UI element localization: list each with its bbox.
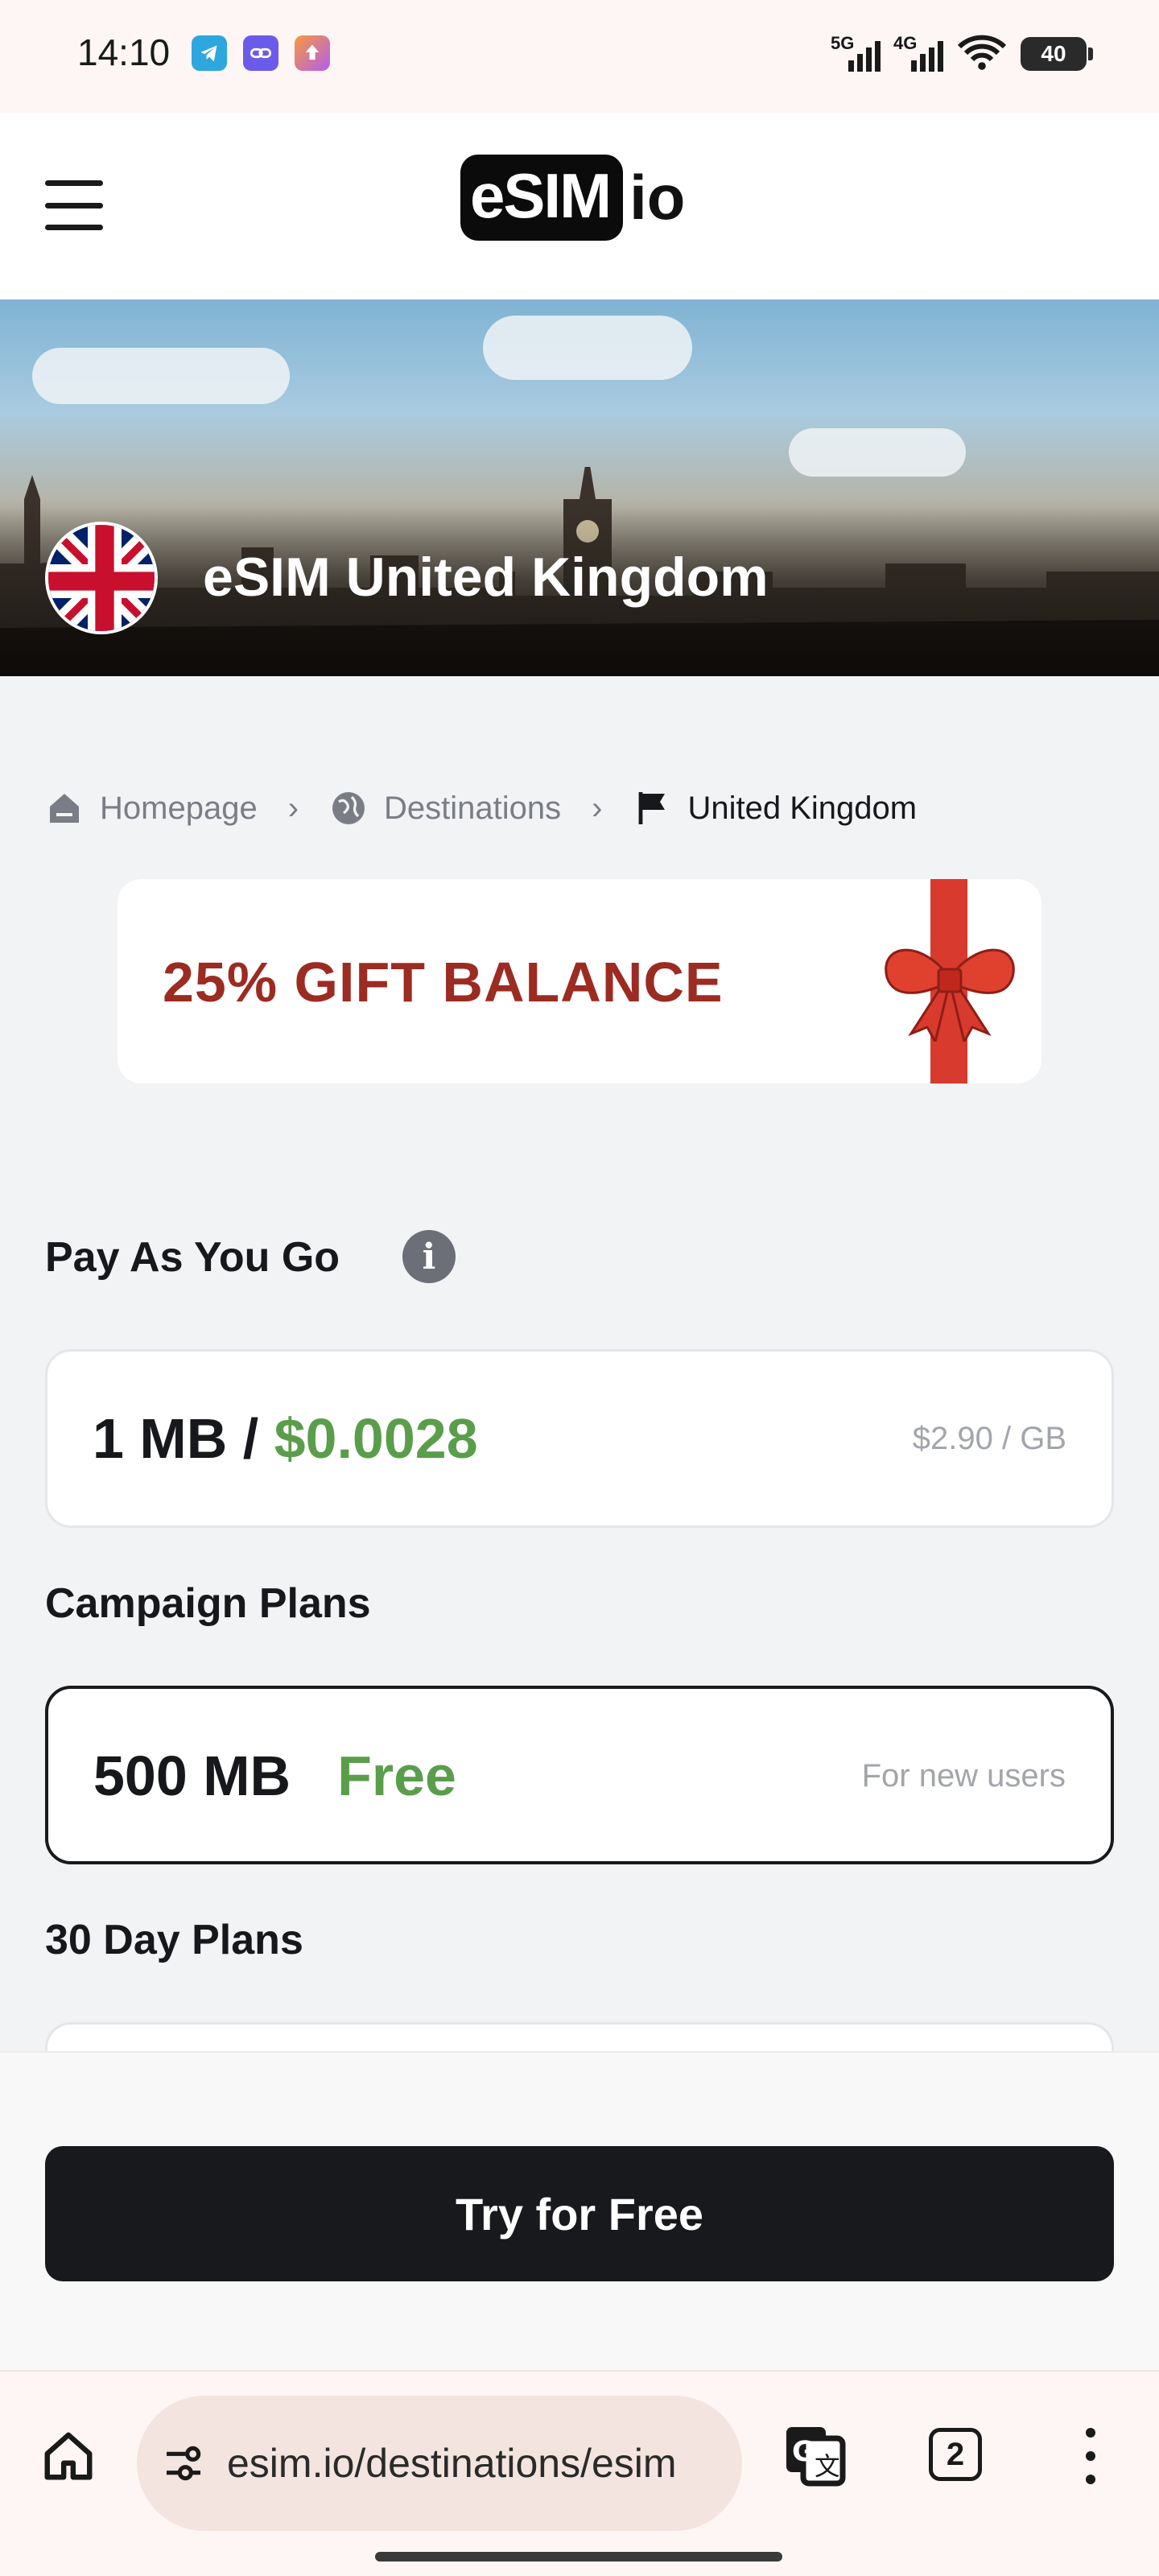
battery-icon: 40	[1021, 36, 1093, 71]
status-time: 14:10	[77, 31, 171, 73]
payg-amount: 1 MB /	[93, 1407, 274, 1470]
wifi-icon	[956, 32, 1008, 75]
hero-banner: eSIM United Kingdom	[0, 299, 1159, 676]
breadcrumb-destinations[interactable]: Destinations	[329, 789, 561, 828]
promo-text: 25% GIFT BALANCE	[163, 951, 724, 1013]
tab-switcher-button[interactable]: 2	[929, 2428, 982, 2481]
hamburger-icon[interactable]	[45, 180, 103, 230]
breadcrumb-label: Homepage	[100, 790, 258, 826]
telegram-icon	[192, 35, 227, 71]
pay-as-you-go-card[interactable]: 1 MB / $0.0028 $2.90 / GB	[45, 1349, 1114, 1528]
campaign-price: Free	[337, 1744, 456, 1807]
link-icon	[243, 35, 278, 71]
payg-rate: $2.90 / GB	[912, 1421, 1066, 1456]
signal-icon: 4G	[893, 33, 943, 72]
browser-toolbar: esim.io/destinations/esim G文 2	[0, 2370, 1159, 2576]
more-menu-icon[interactable]	[1079, 2428, 1103, 2484]
chevron-right-icon: ›	[592, 790, 603, 826]
campaign-note: For new users	[861, 1758, 1066, 1794]
payg-price: $0.0028	[274, 1407, 478, 1470]
breadcrumb: Homepage › Destinations › United Kingdom	[45, 789, 917, 828]
home-icon[interactable]	[40, 2428, 97, 2484]
url-bar[interactable]: esim.io/destinations/esim	[137, 2396, 742, 2531]
uk-flag-icon	[45, 522, 158, 634]
flag-icon	[639, 792, 666, 824]
status-bar: 14:10 5G 4G 40	[0, 0, 1159, 113]
campaign-plan-card[interactable]: 500 MB Free For new users	[45, 1686, 1114, 1864]
breadcrumb-label: Destinations	[384, 790, 562, 826]
thirty-day-plans-title: 30 Day Plans	[45, 1917, 303, 1963]
site-header: eSIM io	[0, 113, 1159, 299]
campaign-amount: 500 MB	[93, 1744, 291, 1807]
breadcrumb-current: United Kingdom	[633, 789, 917, 828]
campaign-plans-title: Campaign Plans	[45, 1580, 371, 1627]
globe-icon	[332, 792, 365, 824]
gift-bow-icon	[885, 948, 1015, 1042]
sticky-cta-bar: Try for Free	[0, 2051, 1159, 2370]
url-text: esim.io/destinations/esim	[227, 2441, 677, 2486]
pay-as-you-go-title: Pay As You Go	[45, 1234, 340, 1281]
info-icon[interactable]: i	[402, 1230, 456, 1283]
breadcrumb-homepage[interactable]: Homepage	[45, 789, 258, 828]
chevron-right-icon: ›	[287, 790, 299, 826]
upload-icon	[295, 35, 330, 71]
signal-icon: 5G	[831, 33, 881, 72]
logo-box: eSIM	[460, 155, 624, 241]
breadcrumb-label: United Kingdom	[687, 790, 918, 826]
site-settings-icon[interactable]	[161, 2441, 206, 2486]
page-title: eSIM United Kingdom	[203, 547, 769, 608]
svg-text:文: 文	[815, 2453, 840, 2482]
home-icon	[50, 794, 79, 823]
translate-icon[interactable]: G文	[781, 2421, 848, 2489]
logo-suffix: io	[629, 162, 686, 233]
site-logo[interactable]: eSIM io	[460, 155, 685, 241]
gift-balance-banner[interactable]: 25% GIFT BALANCE	[118, 879, 1041, 1084]
svg-text:G: G	[792, 2436, 815, 2468]
gesture-bar	[375, 2552, 782, 2562]
try-for-free-button[interactable]: Try for Free	[45, 2146, 1114, 2281]
